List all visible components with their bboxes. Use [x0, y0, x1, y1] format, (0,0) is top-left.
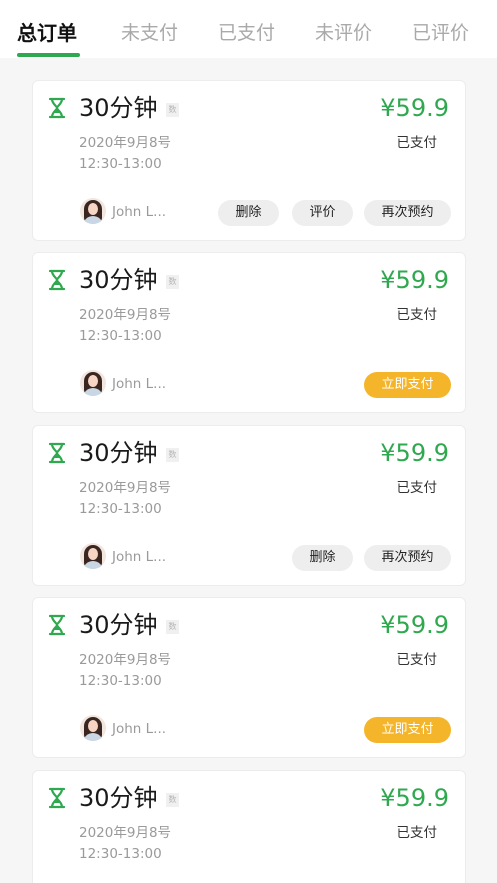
- hourglass-icon: [48, 614, 66, 636]
- order-status: 已支付: [396, 135, 438, 151]
- order-tag: 数: [166, 275, 179, 289]
- order-tag: 数: [166, 448, 179, 462]
- order-date: 2020年9月8号: [79, 307, 172, 323]
- pay-now-button[interactable]: 立即支付: [364, 717, 451, 743]
- order-tag: 数: [166, 793, 179, 807]
- order-time: 12:30-13:00: [79, 501, 162, 517]
- order-time: 12:30-13:00: [79, 846, 162, 862]
- order-card[interactable]: 30分钟 数 2020年9月8号 12:30-13:00 ¥59.9 已支付 J…: [32, 425, 466, 586]
- active-tab-indicator: [17, 53, 80, 57]
- order-status: 已支付: [396, 480, 438, 496]
- order-status: 已支付: [396, 652, 438, 668]
- order-status: 已支付: [396, 307, 438, 323]
- order-date: 2020年9月8号: [79, 480, 172, 496]
- order-card[interactable]: 30分钟 数 2020年9月8号 12:30-13:00 ¥59.9 已支付: [32, 770, 466, 883]
- rebook-button[interactable]: 再次预约: [364, 545, 451, 571]
- order-time: 12:30-13:00: [79, 328, 162, 344]
- tab-all-orders[interactable]: 总订单: [17, 18, 77, 48]
- order-time: 12:30-13:00: [79, 673, 162, 689]
- order-date: 2020年9月8号: [79, 135, 172, 151]
- order-title: 30分钟: [79, 611, 158, 639]
- user-name: John L...: [112, 376, 167, 392]
- pay-now-button[interactable]: 立即支付: [364, 372, 451, 398]
- user-name: John L...: [112, 204, 167, 220]
- order-price: ¥59.9: [380, 94, 449, 122]
- order-status: 已支付: [396, 825, 438, 841]
- order-card[interactable]: 30分钟 数 2020年9月8号 12:30-13:00 ¥59.9 已支付 J…: [32, 80, 466, 241]
- user-name: John L...: [112, 721, 167, 737]
- order-title: 30分钟: [79, 784, 158, 812]
- hourglass-icon: [48, 269, 66, 291]
- order-date: 2020年9月8号: [79, 825, 172, 841]
- order-tag: 数: [166, 103, 179, 117]
- tab-paid[interactable]: 已支付: [218, 18, 275, 48]
- tab-unreviewed[interactable]: 未评价: [315, 18, 372, 48]
- tab-unpaid[interactable]: 未支付: [121, 18, 178, 48]
- avatar: [80, 543, 106, 569]
- order-title: 30分钟: [79, 439, 158, 467]
- order-price: ¥59.9: [380, 611, 449, 639]
- order-card[interactable]: 30分钟 数 2020年9月8号 12:30-13:00 ¥59.9 已支付 J…: [32, 252, 466, 413]
- delete-button[interactable]: 删除: [292, 545, 353, 571]
- order-price: ¥59.9: [380, 784, 449, 812]
- order-title: 30分钟: [79, 94, 158, 122]
- order-card[interactable]: 30分钟 数 2020年9月8号 12:30-13:00 ¥59.9 已支付 J…: [32, 597, 466, 758]
- tab-reviewed[interactable]: 已评价: [412, 18, 469, 48]
- review-button[interactable]: 评价: [292, 200, 353, 226]
- order-tag: 数: [166, 620, 179, 634]
- order-title: 30分钟: [79, 266, 158, 294]
- avatar: [80, 370, 106, 396]
- delete-button[interactable]: 删除: [218, 200, 279, 226]
- rebook-button[interactable]: 再次预约: [364, 200, 451, 226]
- hourglass-icon: [48, 787, 66, 809]
- user-name: John L...: [112, 549, 167, 565]
- order-price: ¥59.9: [380, 439, 449, 467]
- hourglass-icon: [48, 97, 66, 119]
- order-price: ¥59.9: [380, 266, 449, 294]
- avatar: [80, 715, 106, 741]
- order-date: 2020年9月8号: [79, 652, 172, 668]
- hourglass-icon: [48, 442, 66, 464]
- order-tab-bar: 总订单 未支付 已支付 未评价 已评价: [0, 0, 497, 58]
- avatar: [80, 198, 106, 224]
- order-time: 12:30-13:00: [79, 156, 162, 172]
